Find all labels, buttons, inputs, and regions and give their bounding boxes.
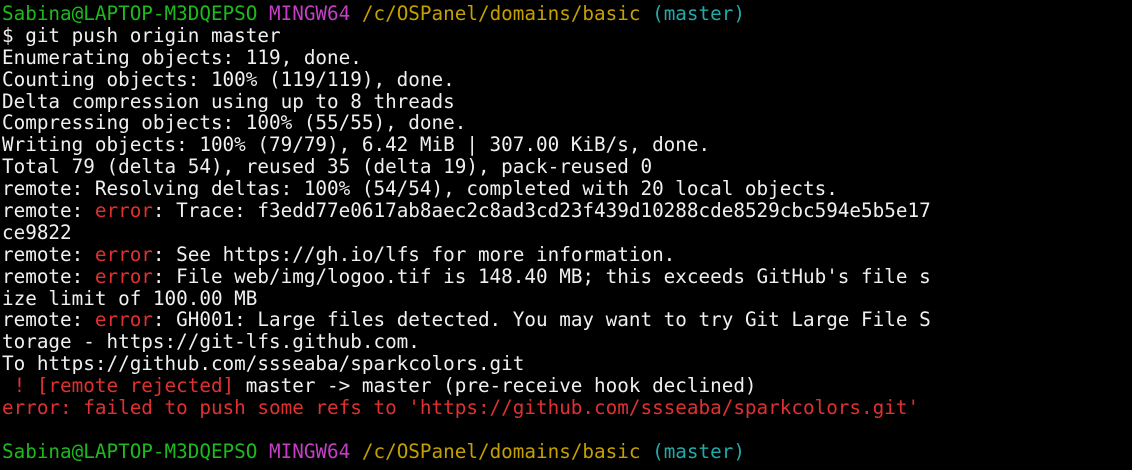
rejected-line: ! [remote rejected] master -> master (pr… <box>2 375 1132 397</box>
output-line: Compressing objects: 100% (55/55), done. <box>2 111 467 135</box>
prompt-system: MINGW64 <box>269 439 351 463</box>
remote-error-line: remote: error: File web/img/logoo.tif is… <box>2 264 1132 288</box>
remote-url-line: To https://github.com/ssseaba/sparkcolor… <box>2 352 525 376</box>
error-message: : GH001: Large files detected. You may w… <box>152 308 931 332</box>
wrapped-line: ce9822 <box>2 220 72 244</box>
remote-prefix: remote: <box>2 264 95 288</box>
prompt-path: /c/OSPanel/domains/basic <box>361 2 641 25</box>
prompt-user: Sabina@LAPTOP-M3DQEPSO <box>2 439 258 463</box>
error-label: error <box>94 199 153 223</box>
terminal-window[interactable]: Sabina@LAPTOP-M3DQEPSO MINGW64 /c/OSPane… <box>0 0 1132 470</box>
wrapped-line: ize limit of 100.00 MB <box>2 286 258 310</box>
remote-error-line: remote: error: Trace: f3edd77e0617ab8aec… <box>2 200 1132 222</box>
wrapped-line: torage - https://git-lfs.github.com. <box>2 330 420 354</box>
rejected-mark: ! [remote rejected] <box>2 374 235 398</box>
prompt-system: MINGW64 <box>269 2 351 25</box>
error-message: : Trace: f3edd77e0617ab8aec2c8ad3cd23f43… <box>152 199 931 223</box>
prompt-path: /c/OSPanel/domains/basic <box>361 439 641 463</box>
output-line: Writing objects: 100% (79/79), 6.42 MiB … <box>2 133 711 157</box>
remote-prefix: remote: <box>2 242 95 266</box>
remote-error-line: remote: error: GH001: Large files detect… <box>2 309 1132 331</box>
output-line: Delta compression using up to 8 threads <box>2 89 455 113</box>
prompt-line: Sabina@LAPTOP-M3DQEPSO MINGW64 /c/OSPane… <box>2 3 1132 25</box>
error-label: error <box>94 264 153 288</box>
rejected-detail: master -> master (pre-receive hook decli… <box>234 374 757 398</box>
prompt-user: Sabina@LAPTOP-M3DQEPSO <box>2 2 258 25</box>
output-line: Total 79 (delta 54), reused 35 (delta 19… <box>2 155 653 179</box>
prompt-branch: (master) <box>652 439 745 463</box>
output-line: remote: Resolving deltas: 100% (54/54), … <box>2 177 838 201</box>
final-error-line: error: failed to push some refs to 'http… <box>2 396 920 420</box>
prompt-line: Sabina@LAPTOP-M3DQEPSO MINGW64 /c/OSPane… <box>2 439 1132 463</box>
prompt-branch: (master) <box>652 2 745 25</box>
remote-error-line: remote: error: See https://gh.io/lfs for… <box>2 242 1132 266</box>
error-message: : See https://gh.io/lfs for more informa… <box>152 242 676 266</box>
error-label: error <box>94 308 153 332</box>
output-line: Counting objects: 100% (119/119), done. <box>2 67 455 91</box>
command-line: $ git push origin master <box>2 23 281 47</box>
remote-prefix: remote: <box>2 199 95 223</box>
error-label: error <box>94 242 153 266</box>
error-message: : File web/img/logoo.tif is 148.40 MB; t… <box>152 264 931 288</box>
output-line: Enumerating objects: 119, done. <box>2 45 362 69</box>
remote-prefix: remote: <box>2 308 95 332</box>
